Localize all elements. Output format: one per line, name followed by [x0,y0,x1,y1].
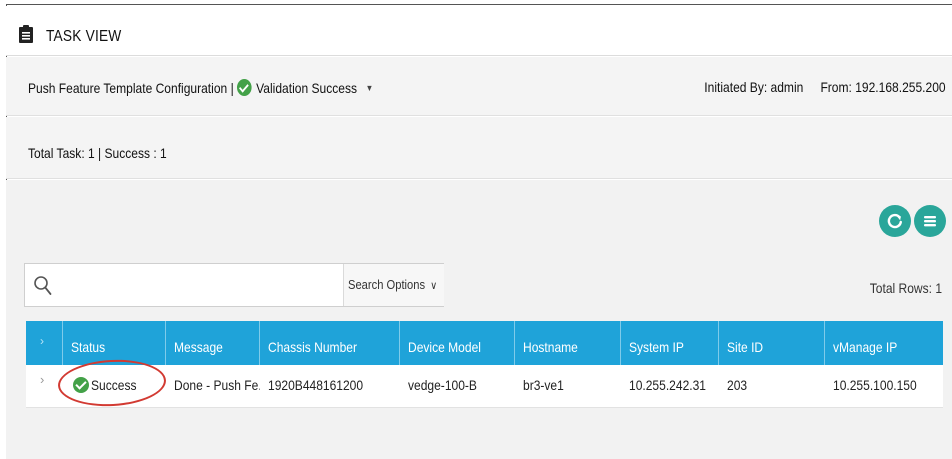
cell-hostname: br3-ve1 [523,377,564,393]
column-header-chassis-number[interactable]: Chassis Number [260,321,400,365]
cell-status: Success [63,365,166,408]
task-title: Push Feature Template Configuration | Va… [28,79,373,96]
task-summary-text: Total Task: 1 | Success : 1 [28,145,167,161]
task-separator: | [230,79,234,96]
caret-down-icon[interactable]: ▼ [366,83,374,93]
validation-status-dropdown[interactable]: Validation Success [256,80,357,96]
cell-chassis-number: 1920B448161200 [268,377,364,393]
table-settings-button[interactable] [914,205,946,237]
refresh-icon [887,213,902,229]
task-info-bar: Push Feature Template Configuration | Va… [6,57,952,116]
initiated-from-text: From: 192.168.255.200 [820,79,946,95]
page-title: TASK VIEW [46,28,122,45]
table-header: › Status Message Chassis Number Device M… [26,321,943,365]
cell-system-ip: 10.255.242.31 [629,377,706,393]
chevron-down-icon: ∨ [430,280,438,292]
column-header-message[interactable]: Message [166,321,260,365]
search-options-dropdown[interactable]: Search Options ∨ [343,264,444,306]
success-check-icon [73,377,89,393]
total-rows-label: Total Rows: 1 [869,280,942,296]
task-initiator: Initiated By: admin From: 192.168.255.20… [705,79,946,95]
column-header-site-id[interactable]: Site ID [719,321,825,365]
task-name: Push Feature Template Configuration [28,79,228,96]
check-circle-icon [237,79,252,96]
column-header-vmanage-ip[interactable]: vManage IP [825,321,943,365]
list-menu-icon [924,216,936,227]
column-header-system-ip[interactable]: System IP [621,321,719,365]
cell-message[interactable]: Done - Push Fe... [166,365,260,408]
column-header-hostname[interactable]: Hostname [515,321,621,365]
refresh-button[interactable] [879,205,911,237]
cell-site-id: 203 [727,377,748,393]
search-icon [34,276,52,295]
cell-device-model: vedge-100-B [408,377,477,393]
search-input[interactable]: Search Options ∨ [24,263,444,307]
task-content-area [6,180,952,459]
task-summary-bar: Total Task: 1 | Success : 1 [6,117,952,179]
cell-vmanage-ip: 10.255.100.150 [833,377,917,393]
expand-column-header: › [26,321,63,365]
task-view-header: TASK VIEW [6,6,952,56]
row-expand-toggle[interactable]: › [26,365,63,408]
clipboard-icon [19,25,33,43]
column-header-status[interactable]: Status [63,321,166,365]
table-row[interactable]: › Success Done - Push Fe... 1920B4481612… [26,365,943,408]
search-options-label: Search Options [348,277,426,292]
column-header-device-model[interactable]: Device Model [400,321,515,365]
initiated-by-text: Initiated By: admin [704,79,804,95]
